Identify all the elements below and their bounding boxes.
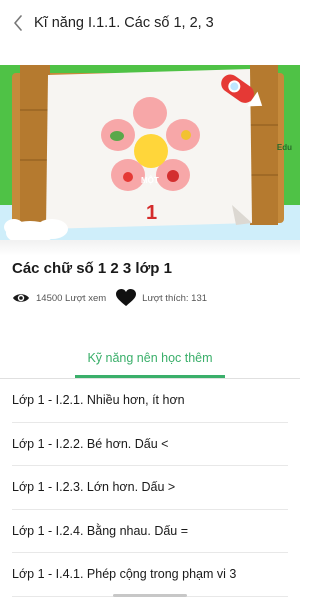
back-button[interactable] [8,11,28,35]
tab-related-skills[interactable]: Kỹ năng nên học thêm [75,351,225,378]
likes-count: Lượt thích: 131 [142,292,208,304]
list-item[interactable]: Lớp 1 - I.2.2. Bé hơn. Dấu < [12,423,288,466]
lesson-stats: 14500 Lượt xem Lượt thích: 131 [12,289,300,307]
home-indicator [113,594,187,597]
heart-icon[interactable] [116,289,137,307]
flower-number: 1 [146,202,158,224]
page-title: Kĩ năng I.1.1. Các số 1, 2, 3 [34,14,214,31]
brand-logo: Edu [276,143,292,152]
tab-bar: Kỹ năng nên học thêm [0,351,300,378]
list-item[interactable]: Lớp 1 - I.2.4. Bằng nhau. Dấu = [12,510,288,553]
top-bar: Kĩ năng I.1.1. Các số 1, 2, 3 [0,0,300,45]
related-skills-list: Lớp 1 - I.2.1. Nhiều hơn, ít hơn Lớp 1 -… [0,379,300,597]
likes-stat[interactable]: Lượt thích: 131 [116,289,207,307]
eye-icon [13,294,29,302]
list-item[interactable]: Lớp 1 - I.2.1. Nhiều hơn, ít hơn [12,379,288,423]
section-divider [0,240,300,256]
flower-label: MỘT [141,176,159,185]
video-thumbnail[interactable]: Edu MỘT 1 [0,65,300,240]
lesson-title: Các chữ số 1 2 3 lớp 1 [12,260,172,277]
list-item[interactable]: Lớp 1 - I.2.3. Lớn hơn. Dấu > [12,466,288,510]
views-stat: 14500 Lượt xem [12,292,106,304]
chevron-left-icon [14,14,22,31]
views-count: 14500 Lượt xem [36,292,107,304]
list-item[interactable]: Lớp 1 - I.4.1. Phép cộng trong phạm vi 3 [12,553,288,597]
